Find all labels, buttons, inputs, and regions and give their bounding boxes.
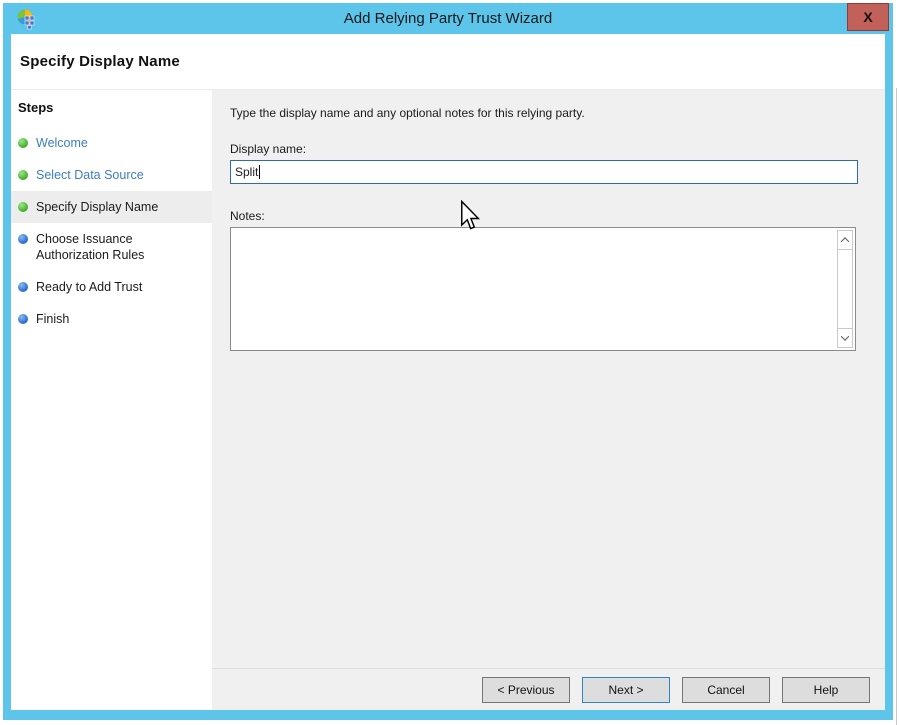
instruction-text: Type the display name and any optional n…	[230, 106, 585, 120]
step-current-icon	[18, 202, 28, 212]
wizard-button-bar: < Previous Next > Cancel Help	[212, 668, 885, 710]
scroll-up-button[interactable]	[838, 231, 852, 250]
notes-label: Notes:	[230, 209, 265, 223]
step-upcoming-icon	[18, 314, 28, 324]
desktop-background: Add Relying Party Trust Wizard X Specify…	[0, 0, 900, 725]
step-upcoming-icon	[18, 282, 28, 292]
page-title: Specify Display Name	[20, 53, 180, 70]
wizard-page-header: Specify Display Name	[11, 34, 885, 90]
chevron-down-icon	[841, 332, 849, 340]
window-client-area: Specify Display Name Steps Welcome Selec…	[11, 34, 885, 710]
chevron-up-icon	[841, 237, 849, 245]
step-completed-icon	[18, 170, 28, 180]
wizard-window: Add Relying Party Trust Wizard X Specify…	[3, 3, 893, 720]
notes-textarea[interactable]	[230, 227, 856, 351]
help-button[interactable]: Help	[782, 677, 870, 703]
scroll-down-button[interactable]	[838, 328, 852, 347]
sidebar-step-ready-to-add-trust[interactable]: Ready to Add Trust	[11, 271, 212, 303]
steps-sidebar: Steps Welcome Select Data Source Specify…	[11, 90, 212, 710]
sidebar-step-specify-display-name[interactable]: Specify Display Name	[11, 191, 212, 223]
step-upcoming-icon	[18, 234, 28, 244]
cancel-button[interactable]: Cancel	[682, 677, 770, 703]
background-window-edge	[896, 88, 897, 725]
sidebar-step-finish[interactable]: Finish	[11, 303, 212, 335]
close-button[interactable]: X	[847, 3, 889, 31]
previous-button[interactable]: < Previous	[482, 677, 570, 703]
display-name-value: Split	[235, 165, 258, 179]
step-completed-icon	[18, 138, 28, 148]
notes-scrollbar[interactable]	[837, 230, 853, 348]
sidebar-step-choose-issuance-authorization-rules[interactable]: Choose Issuance Authorization Rules	[11, 223, 212, 271]
steps-heading: Steps	[18, 100, 212, 115]
sidebar-step-select-data-source[interactable]: Select Data Source	[11, 159, 212, 191]
display-name-input[interactable]: Split	[230, 160, 858, 184]
wizard-page-content: Type the display name and any optional n…	[212, 90, 885, 710]
adfs-wizard-icon	[16, 8, 38, 30]
display-name-label: Display name:	[230, 142, 306, 156]
window-title: Add Relying Party Trust Wizard	[3, 10, 893, 27]
next-button[interactable]: Next >	[582, 677, 670, 703]
title-bar[interactable]: Add Relying Party Trust Wizard X	[3, 3, 893, 34]
text-caret	[259, 165, 260, 179]
sidebar-step-welcome[interactable]: Welcome	[11, 127, 212, 159]
